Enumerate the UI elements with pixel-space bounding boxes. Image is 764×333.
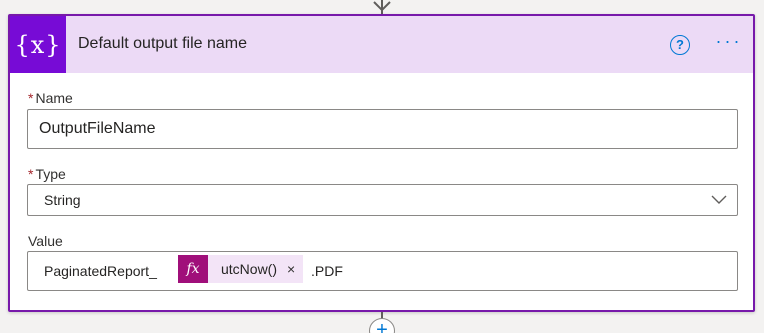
type-selected-value: String xyxy=(44,192,81,208)
token-remove-icon[interactable]: × xyxy=(287,261,303,277)
value-label: Value xyxy=(28,233,63,249)
type-label: * Type xyxy=(28,166,66,182)
value-suffix-text: .PDF xyxy=(311,263,343,279)
name-input[interactable]: OutputFileName xyxy=(27,109,738,149)
value-input[interactable]: PaginatedReport_ fx utcNow() × .PDF xyxy=(27,251,738,291)
action-card: {x} Default output file name ? ··· * Name… xyxy=(8,14,755,312)
variable-icon: {x} xyxy=(10,16,66,73)
chevron-down-icon xyxy=(711,195,727,204)
add-step-button[interactable]: + xyxy=(369,318,395,333)
function-icon: fx xyxy=(178,255,208,283)
help-icon[interactable]: ? xyxy=(670,35,690,55)
flow-arrow-icon xyxy=(373,1,391,12)
value-prefix-text: PaginatedReport_ xyxy=(44,263,157,279)
expression-token[interactable]: fx utcNow() × xyxy=(178,255,304,283)
card-header[interactable]: {x} Default output file name ? ··· xyxy=(10,16,753,73)
required-mark: * xyxy=(28,90,34,106)
token-label: utcNow() xyxy=(221,261,278,277)
required-mark: * xyxy=(28,166,34,182)
type-dropdown[interactable]: String xyxy=(27,184,738,216)
more-options-icon[interactable]: ··· xyxy=(714,32,744,52)
name-label: * Name xyxy=(28,90,73,106)
card-title: Default output file name xyxy=(78,35,247,52)
